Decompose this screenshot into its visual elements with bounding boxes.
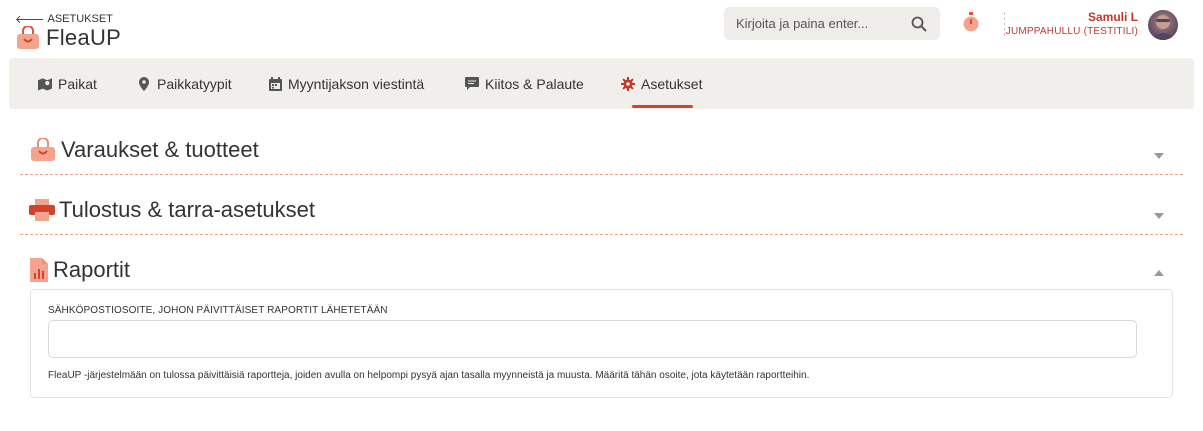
active-tab-indicator — [632, 105, 693, 108]
section-title: Tulostus & tarra-asetukset — [59, 197, 315, 222]
comment-icon — [465, 77, 479, 91]
avatar[interactable] — [1148, 10, 1178, 40]
user-name: Samuli L — [1087, 10, 1138, 24]
report-email-input[interactable] — [48, 320, 1137, 358]
back-link-label: ASETUKSET — [47, 13, 113, 25]
search-box — [724, 7, 940, 40]
main-nav: Paikat Paikkatyypit Myyntijakson viestin… — [9, 58, 1194, 109]
chevron-up-icon[interactable] — [1153, 269, 1165, 277]
tab-label: Paikkatyypit — [157, 75, 232, 92]
chevron-down-icon[interactable] — [1153, 152, 1165, 160]
section-tulostus-tarra-asetukset: Tulostus & tarra-asetukset — [20, 175, 1183, 235]
tab-label: Myyntijakson viestintä — [288, 75, 425, 92]
email-field-label: SÄHKÖPOSTIOSOITE, JOHON PÄIVITTÄISET RAP… — [48, 305, 388, 316]
arrow-left-icon: 🡐 — [15, 14, 45, 26]
back-link[interactable]: 🡐 ASETUKSET — [15, 12, 113, 26]
section-varaukset-tuotteet: Varaukset & tuotteet — [20, 120, 1183, 175]
tab-kiitos-palaute[interactable]: Kiitos & Palaute — [465, 58, 584, 109]
section-raportit: Raportit — [20, 235, 1183, 285]
help-text: FleaUP -järjestelmään on tulossa päivitt… — [48, 370, 810, 381]
tab-label: Kiitos & Palaute — [485, 75, 584, 92]
user-organization: JUMPPAHULLU (TESTITILI) — [1005, 26, 1138, 37]
map-marker-icon — [137, 76, 151, 91]
logo[interactable]: FleaUP — [15, 25, 121, 51]
tab-paikkatyypit[interactable]: Paikkatyypit — [137, 58, 232, 109]
search-input[interactable] — [736, 16, 910, 31]
reports-panel: SÄHKÖPOSTIOSOITE, JOHON PÄIVITTÄISET RAP… — [30, 289, 1173, 398]
map-icon — [38, 77, 52, 91]
section-header[interactable]: Varaukset & tuotteet — [29, 137, 259, 163]
section-header[interactable]: Tulostus & tarra-asetukset — [29, 197, 315, 223]
printer-icon — [29, 199, 55, 221]
section-title: Varaukset & tuotteet — [61, 137, 259, 162]
logo-text: FleaUP — [46, 25, 122, 50]
report-icon — [30, 258, 48, 282]
shopping-bag-icon — [17, 26, 39, 49]
tab-paikat[interactable]: Paikat — [38, 58, 97, 109]
avatar-image — [1151, 15, 1175, 40]
user-info[interactable]: Samuli L JUMPPAHULLU (TESTITILI) — [1006, 10, 1138, 37]
calendar-icon — [268, 76, 282, 91]
header: 🡐 ASETUKSET FleaUP Samuli L JUMPPAHULLU … — [0, 0, 1203, 56]
tab-asetukset[interactable]: Asetukset — [621, 58, 702, 109]
gear-icon — [621, 76, 635, 91]
tab-myyntijakson-viestinta[interactable]: Myyntijakson viestintä — [268, 58, 424, 109]
tab-label: Asetukset — [641, 75, 703, 92]
section-header[interactable]: Raportit — [29, 257, 130, 283]
search-icon[interactable] — [910, 15, 928, 33]
section-title: Raportit — [53, 257, 131, 282]
shopping-bag-icon — [31, 138, 55, 161]
tab-label: Paikat — [58, 75, 97, 92]
chevron-down-icon[interactable] — [1153, 212, 1165, 220]
stopwatch-icon[interactable] — [962, 12, 980, 32]
